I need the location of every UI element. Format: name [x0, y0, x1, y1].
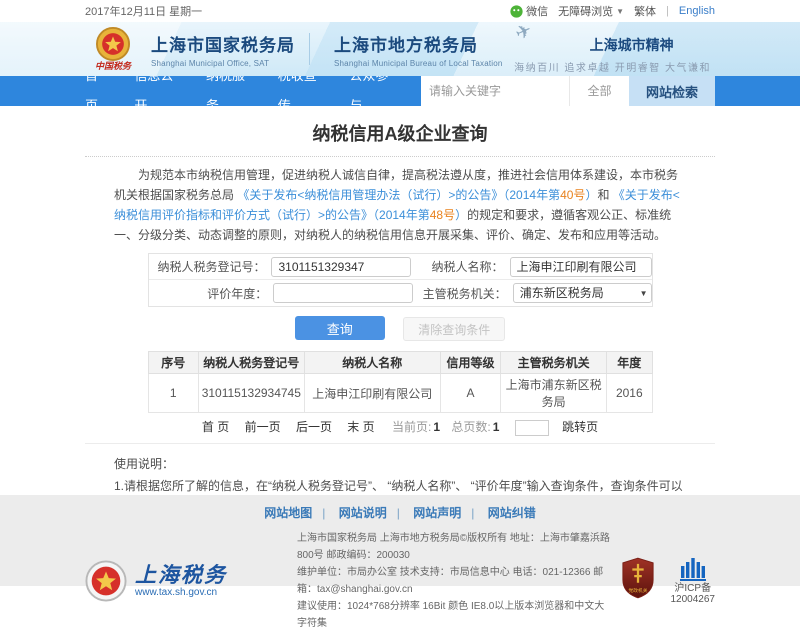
total-pages-value: 1 — [493, 420, 500, 434]
col-header-taxpayer-name: 纳税人名称 — [304, 352, 440, 374]
evaluation-year-input[interactable] — [273, 283, 413, 303]
col-header-tax-authority: 主管税务机关 — [501, 352, 607, 374]
site-search: 全部 网站检索 — [421, 76, 715, 106]
government-agency-badge[interactable]: 党政机关 — [621, 557, 655, 604]
emblem-caption: 中国税务 — [85, 62, 141, 72]
query-button[interactable]: 查询 — [295, 316, 385, 340]
cell-reg-number: 310115132934745 — [198, 374, 304, 413]
tax-authority-select[interactable]: 浦东新区税务局 ▼ — [513, 283, 652, 303]
table-header-row: 序号 纳税人税务登记号 纳税人名称 信用等级 主管税务机关 年度 — [148, 352, 652, 374]
footer-copyright-block: 上海市国家税务局 上海市地方税务局©版权所有 地址：上海市肇嘉浜路800号 邮政… — [297, 530, 611, 632]
next-page-link[interactable]: 后一页 — [296, 420, 332, 434]
city-spirit-block: ✈ 上海城市精神 海纳百川 追求卓越 开明睿智 大气谦和 — [514, 24, 715, 74]
footer-badges: 党政机关 沪ICP备 12004267 — [621, 557, 716, 605]
main-content: 纳税信用A级企业查询 为规范本市纳税信用管理，促进纳税人诚信自律，提高税法遵从度… — [0, 106, 800, 495]
city-spirit-title: 上海城市精神 — [552, 35, 711, 55]
search-input[interactable] — [421, 76, 569, 106]
col-header-credit-rating: 信用等级 — [440, 352, 500, 374]
col-header-index: 序号 — [148, 352, 198, 374]
cell-tax-authority: 上海市浦东新区税务局 — [501, 374, 607, 413]
last-page-link[interactable]: 末 页 — [347, 420, 374, 434]
first-page-link[interactable]: 首 页 — [202, 420, 229, 434]
divider — [85, 443, 715, 444]
top-utility-bar: 2017年12月11日 星期一 微信 无障碍浏览 ▼ 繁体 | English — [0, 0, 800, 22]
chevron-down-icon: ▼ — [640, 285, 648, 303]
taxpayer-reg-input[interactable] — [271, 257, 411, 277]
total-pages-label: 总页数: — [451, 420, 490, 434]
page-title: 纳税信用A级企业查询 — [0, 106, 800, 156]
clear-conditions-button[interactable]: 清除查询条件 — [403, 317, 505, 341]
search-scope-select[interactable]: 全部 — [569, 76, 629, 106]
footer-line-address: 上海市国家税务局 上海市地方税务局©版权所有 地址：上海市肇嘉浜路800号 邮政… — [297, 530, 611, 564]
footer-link-error-report[interactable]: 网站纠错 — [488, 506, 536, 520]
footer-links: 网站地图 网站说明 网站声明 网站纠错 — [0, 504, 800, 521]
cell-taxpayer-name: 上海申江印刷有限公司 — [304, 374, 440, 413]
cell-year: 2016 — [607, 374, 652, 413]
jump-page-input[interactable] — [515, 420, 549, 436]
site-search-button[interactable]: 网站检索 — [629, 76, 715, 106]
wechat-link[interactable]: 微信 — [510, 3, 548, 19]
instructions-title: 使用说明： — [114, 454, 686, 474]
doc-number-48: 48号 — [430, 208, 455, 222]
table-row: 1 310115132934745 上海申江印刷有限公司 A 上海市浦东新区税务… — [148, 374, 652, 413]
footer-link-site-guide[interactable]: 网站说明 — [339, 506, 400, 520]
main-nav: 首页 信息公开 纳税服务 税收宣传 公众参与 全部 网站检索 — [0, 76, 800, 106]
chevron-down-icon: ▼ — [616, 7, 624, 16]
accessibility-link[interactable]: 无障碍浏览 ▼ — [558, 3, 624, 19]
divider: | — [666, 5, 669, 17]
china-taxation-emblem: 中国税务 — [85, 27, 141, 72]
instruction-line: 1.请根据您所了解的信息，在“纳税人税务登记号”、 “纳税人名称”、 “评价年度… — [114, 476, 686, 495]
col-header-reg-number: 纳税人税务登记号 — [198, 352, 304, 374]
site-footer: 网站地图 网站说明 网站声明 网站纠错 上海税务 www.tax.sh.gov.… — [0, 495, 800, 586]
tax-emblem-icon — [85, 560, 127, 602]
traditional-chinese-link[interactable]: 繁体 — [634, 3, 656, 19]
icp-number: 沪ICP备 12004267 — [671, 583, 716, 605]
airplane-icon: ✈ — [512, 22, 536, 46]
city-spirit-words: 海纳百川 追求卓越 开明睿智 大气谦和 — [514, 59, 711, 74]
taxpayer-name-label: 纳税人名称： — [411, 258, 503, 275]
taxation-emblem-icon — [96, 27, 130, 61]
shanghai-tax-wordmark: 上海税务 — [135, 564, 227, 586]
usage-instructions: 使用说明： 1.请根据您所了解的信息，在“纳税人税务登记号”、 “纳税人名称”、… — [114, 454, 686, 495]
footer-link-site-statement[interactable]: 网站声明 — [413, 506, 474, 520]
cell-index: 1 — [148, 374, 198, 413]
national-tax-bureau-title: 上海市国家税务局 Shanghai Municipal Office, SAT — [151, 31, 295, 68]
cell-credit-rating: A — [440, 374, 500, 413]
shield-badge-icon: 党政机关 — [621, 557, 655, 599]
local-tax-bureau-title: 上海市地方税务局 Shanghai Municipal Bureau of Lo… — [334, 31, 503, 68]
icp-license-link[interactable]: 沪ICP备 12004267 — [671, 557, 716, 605]
results-table: 序号 纳税人税务登记号 纳税人名称 信用等级 主管税务机关 年度 1 31011… — [148, 351, 653, 413]
wechat-icon — [510, 5, 523, 18]
site-header: 中国税务 上海市国家税务局 Shanghai Municipal Office,… — [0, 22, 800, 76]
english-link[interactable]: English — [679, 5, 715, 17]
footer-line-browser: 建议使用：1024*768分辨率 16Bit 颜色 IE8.0以上版本浏览器和中… — [297, 598, 611, 632]
doc-number-40: 40号 — [560, 188, 585, 202]
shanghai-tax-logo: 上海税务 www.tax.sh.gov.cn — [85, 560, 297, 602]
pagination: 首 页 前一页 后一页 末 页 当前页:1 总页数:1 跳转页 — [0, 418, 800, 436]
divider — [309, 33, 310, 65]
prev-page-link[interactable]: 前一页 — [245, 420, 281, 434]
tax-website-url: www.tax.sh.gov.cn — [135, 587, 227, 598]
col-header-year: 年度 — [607, 352, 652, 374]
taxpayer-reg-label: 纳税人税务登记号： — [149, 258, 266, 275]
footer-link-sitemap[interactable]: 网站地图 — [264, 506, 325, 520]
intro-paragraph: 为规范本市纳税信用管理，促进纳税人诚信自律，提高税法遵从度，推进社会信用体系建设… — [114, 165, 686, 245]
regulation-link-40[interactable]: 《关于发布<纳税信用管理办法（试行）>的公告》 — [237, 188, 503, 202]
taxpayer-name-input[interactable] — [510, 257, 652, 277]
jump-page-button[interactable]: 跳转页 — [562, 420, 598, 434]
divider — [85, 156, 715, 157]
form-buttons: 查询 清除查询条件 — [0, 316, 800, 341]
query-form: 纳税人税务登记号： 纳税人名称： 评价年度： 主管税务机关： 浦东新区税务局 ▼ — [148, 253, 653, 307]
footer-line-contact: 维护单位：市局办公室 技术支持：市局信息中心 电话：021-12366 邮箱：t… — [297, 564, 611, 598]
current-date: 2017年12月11日 星期一 — [85, 3, 202, 19]
current-page-value: 1 — [433, 420, 440, 434]
current-page-label: 当前页: — [392, 420, 431, 434]
tax-authority-label: 主管税务机关： — [413, 285, 506, 302]
icp-emblem-icon — [680, 557, 706, 581]
evaluation-year-label: 评价年度： — [149, 285, 268, 302]
